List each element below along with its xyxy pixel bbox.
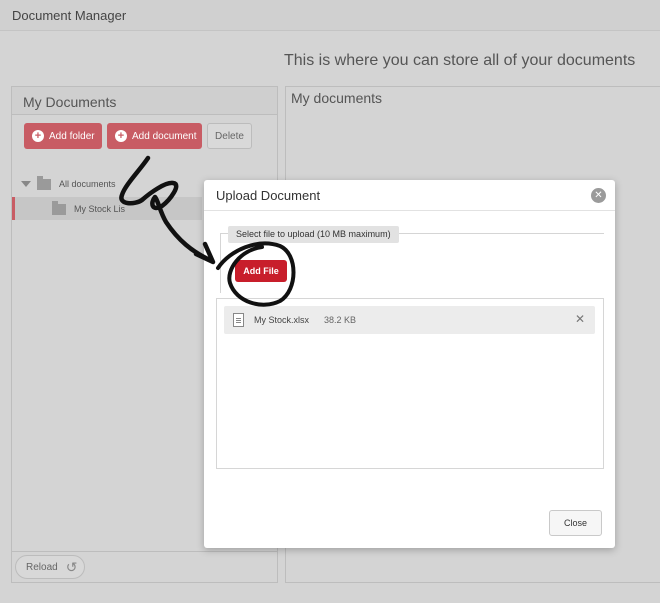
file-list: My Stock.xlsx 38.2 KB ✕ bbox=[216, 298, 604, 469]
add-file-button[interactable]: Add File bbox=[235, 260, 287, 282]
document-icon bbox=[233, 313, 244, 327]
close-button[interactable]: Close bbox=[549, 510, 602, 536]
file-name: My Stock.xlsx bbox=[254, 315, 310, 325]
folder-icon bbox=[52, 200, 66, 215]
panel-title: My documents bbox=[291, 90, 383, 106]
panel-header: My Documents bbox=[12, 87, 277, 115]
add-file-label: Add File bbox=[243, 266, 279, 276]
add-document-button[interactable]: + Add document bbox=[107, 123, 202, 149]
add-document-label: Add document bbox=[132, 130, 197, 142]
reload-label: Reload bbox=[26, 561, 58, 573]
reload-button[interactable]: Reload ↺ bbox=[15, 555, 85, 579]
delete-label: Delete bbox=[215, 130, 244, 142]
dialog-header: Upload Document ✕ bbox=[204, 180, 615, 211]
add-folder-button[interactable]: + Add folder bbox=[24, 123, 102, 149]
panel-title: My Documents bbox=[23, 94, 117, 110]
plus-icon: + bbox=[115, 130, 127, 142]
file-size: 38.2 KB bbox=[324, 315, 357, 325]
tree-item-label: My Stock Lis bbox=[74, 204, 126, 214]
dialog-title: Upload Document bbox=[216, 188, 321, 203]
tree-item-label: All documents bbox=[59, 179, 116, 189]
add-folder-label: Add folder bbox=[49, 130, 95, 142]
upload-document-dialog: Upload Document ✕ Select file to upload … bbox=[204, 180, 615, 548]
tree-item-all-documents[interactable]: All documents bbox=[21, 173, 116, 195]
folder-icon bbox=[37, 175, 51, 190]
close-label: Close bbox=[563, 518, 587, 528]
reload-icon: ↺ bbox=[65, 558, 78, 575]
plus-icon: + bbox=[32, 130, 44, 142]
delete-button[interactable]: Delete bbox=[207, 123, 252, 149]
remove-file-icon[interactable]: ✕ bbox=[575, 312, 585, 326]
page-tagline: This is where you can store all of your … bbox=[284, 52, 636, 69]
upload-legend: Select file to upload (10 MB maximum) bbox=[228, 226, 399, 243]
tree-item-my-stock-list[interactable]: My Stock Lis bbox=[52, 198, 125, 220]
app-title: Document Manager bbox=[12, 8, 127, 23]
close-icon[interactable]: ✕ bbox=[591, 188, 606, 203]
panel-footer: Reload ↺ bbox=[12, 551, 277, 582]
chevron-down-icon[interactable] bbox=[21, 181, 31, 187]
app-titlebar: Document Manager bbox=[0, 0, 660, 31]
file-item: My Stock.xlsx 38.2 KB ✕ bbox=[224, 306, 595, 334]
